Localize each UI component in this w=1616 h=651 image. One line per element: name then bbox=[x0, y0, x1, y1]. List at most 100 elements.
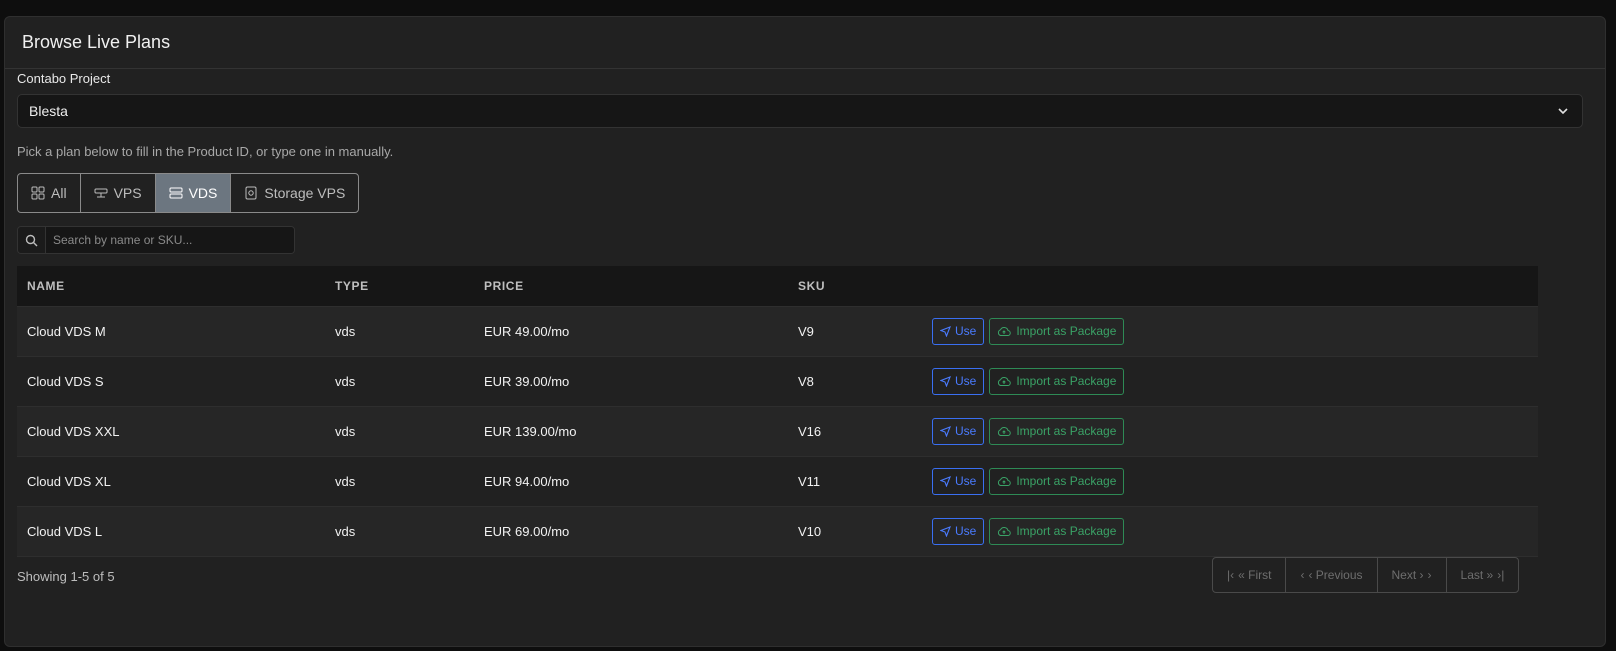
filter-vps-label: VPS bbox=[113, 185, 142, 201]
page-first-button[interactable]: |‹ « First bbox=[1213, 558, 1287, 592]
cell-sku: V9 bbox=[798, 323, 814, 339]
chevron-down-icon bbox=[1558, 108, 1568, 115]
filter-all-label: All bbox=[51, 185, 67, 201]
import-package-button[interactable]: Import as Package bbox=[989, 517, 1125, 545]
import-package-button[interactable]: Import as Package bbox=[989, 317, 1125, 345]
use-button-label: Use bbox=[955, 374, 977, 388]
use-button-label: Use bbox=[955, 474, 977, 488]
cloud-upload-icon bbox=[998, 376, 1012, 386]
search-icon bbox=[18, 227, 46, 253]
filter-vds-label: VDS bbox=[188, 185, 218, 201]
cell-type: vds bbox=[335, 523, 356, 539]
cell-price: EUR 69.00/mo bbox=[484, 523, 570, 539]
filter-vds[interactable]: VDS bbox=[155, 174, 232, 212]
cell-price: EUR 49.00/mo bbox=[484, 323, 570, 339]
search-box bbox=[17, 226, 295, 254]
project-select[interactable]: Blesta bbox=[17, 94, 1583, 128]
plan-type-filter: All VPS VDS Storage VPS bbox=[17, 173, 360, 213]
filter-storage-vps-label: Storage VPS bbox=[264, 185, 346, 201]
import-package-button[interactable]: Import as Package bbox=[989, 417, 1125, 445]
cell-actions: Use Import as Package bbox=[922, 506, 1538, 556]
send-icon bbox=[940, 375, 951, 387]
table-row: Cloud VDS M vds EUR 49.00/mo V9 Use Impo… bbox=[17, 306, 1538, 356]
project-label: Contabo Project bbox=[17, 71, 111, 86]
import-package-label: Import as Package bbox=[1016, 374, 1117, 388]
use-button-label: Use bbox=[955, 424, 977, 438]
cell-name: Cloud VDS M bbox=[27, 323, 106, 339]
import-package-button[interactable]: Import as Package bbox=[989, 467, 1125, 495]
last-page-icon: ›| bbox=[1497, 568, 1505, 582]
cell-price: EUR 139.00/mo bbox=[484, 423, 577, 439]
cloud-upload-icon bbox=[998, 326, 1012, 336]
cell-actions: Use Import as Package bbox=[922, 406, 1538, 456]
col-type[interactable]: TYPE bbox=[325, 266, 474, 307]
table-row: Cloud VDS XXL vds EUR 139.00/mo V16 Use … bbox=[17, 406, 1538, 456]
cell-type: vds bbox=[335, 373, 356, 389]
import-package-label: Import as Package bbox=[1016, 324, 1117, 338]
page-last-label: Last » bbox=[1460, 568, 1494, 582]
table-row: Cloud VDS S vds EUR 39.00/mo V8 Use Impo… bbox=[17, 356, 1538, 406]
import-package-button[interactable]: Import as Package bbox=[989, 367, 1125, 395]
first-page-icon: |‹ bbox=[1227, 568, 1235, 582]
cell-name: Cloud VDS L bbox=[27, 523, 103, 539]
use-button-label: Use bbox=[955, 524, 977, 538]
import-package-label: Import as Package bbox=[1016, 474, 1117, 488]
cell-sku: V16 bbox=[798, 423, 822, 439]
table-row: Cloud VDS XL vds EUR 94.00/mo V11 Use Im… bbox=[17, 456, 1538, 506]
import-package-label: Import as Package bbox=[1016, 524, 1117, 538]
table-header-row: NAME TYPE PRICE SKU bbox=[17, 266, 1538, 307]
search-input[interactable] bbox=[46, 227, 294, 253]
page-last-button[interactable]: Last » ›| bbox=[1447, 558, 1519, 592]
cell-name: Cloud VDS S bbox=[27, 373, 104, 389]
import-package-label: Import as Package bbox=[1016, 424, 1117, 438]
cloud-upload-icon bbox=[998, 476, 1012, 486]
table-row: Cloud VDS L vds EUR 69.00/mo V10 Use Imp… bbox=[17, 506, 1538, 556]
cell-sku: V10 bbox=[798, 523, 822, 539]
pagination: |‹ « First ‹ ‹ Previous Next › › Last » … bbox=[1212, 557, 1520, 593]
chevron-right-icon: › bbox=[1427, 568, 1432, 582]
filter-storage-vps[interactable]: Storage VPS bbox=[231, 174, 358, 212]
server-icon bbox=[94, 188, 108, 198]
grid-icon bbox=[31, 186, 45, 200]
cell-sku: V11 bbox=[798, 473, 821, 489]
send-icon bbox=[940, 425, 951, 437]
use-button[interactable]: Use bbox=[932, 367, 985, 395]
cell-price: EUR 94.00/mo bbox=[484, 473, 570, 489]
page-next-label: Next › bbox=[1391, 568, 1424, 582]
showing-count: Showing 1-5 of 5 bbox=[17, 569, 115, 584]
chevron-left-icon: ‹ bbox=[1300, 568, 1305, 582]
page-previous-button[interactable]: ‹ ‹ Previous bbox=[1286, 558, 1378, 592]
send-icon bbox=[940, 525, 951, 537]
use-button[interactable]: Use bbox=[932, 467, 985, 495]
col-actions bbox=[922, 266, 1538, 307]
cell-name: Cloud VDS XXL bbox=[27, 423, 120, 439]
storage-icon bbox=[245, 186, 257, 200]
cell-actions: Use Import as Package bbox=[922, 306, 1538, 356]
cell-name: Cloud VDS XL bbox=[27, 473, 111, 489]
use-button[interactable]: Use bbox=[932, 517, 985, 545]
use-button[interactable]: Use bbox=[932, 417, 985, 445]
filter-vps[interactable]: VPS bbox=[81, 174, 156, 212]
col-price[interactable]: PRICE bbox=[474, 266, 788, 307]
page-next-button[interactable]: Next › › bbox=[1378, 558, 1447, 592]
cell-sku: V8 bbox=[798, 373, 814, 389]
cloud-upload-icon bbox=[998, 426, 1012, 436]
cell-price: EUR 39.00/mo bbox=[484, 373, 570, 389]
card-title: Browse Live Plans bbox=[5, 17, 1605, 69]
cell-type: vds bbox=[335, 323, 356, 339]
cloud-upload-icon bbox=[998, 526, 1012, 536]
cell-type: vds bbox=[335, 473, 356, 489]
col-sku[interactable]: SKU bbox=[788, 266, 922, 307]
cell-actions: Use Import as Package bbox=[922, 356, 1538, 406]
cell-actions: Use Import as Package bbox=[922, 456, 1538, 506]
col-name[interactable]: NAME bbox=[17, 266, 325, 307]
hint-text: Pick a plan below to fill in the Product… bbox=[17, 144, 394, 159]
use-button[interactable]: Use bbox=[932, 317, 985, 345]
page-first-label: « First bbox=[1238, 568, 1272, 582]
send-icon bbox=[940, 325, 951, 337]
server-stack-icon bbox=[169, 187, 183, 199]
filter-all[interactable]: All bbox=[18, 174, 81, 212]
send-icon bbox=[940, 475, 951, 487]
use-button-label: Use bbox=[955, 324, 977, 338]
plans-table: NAME TYPE PRICE SKU Cloud VDS M vds EUR … bbox=[17, 266, 1538, 557]
